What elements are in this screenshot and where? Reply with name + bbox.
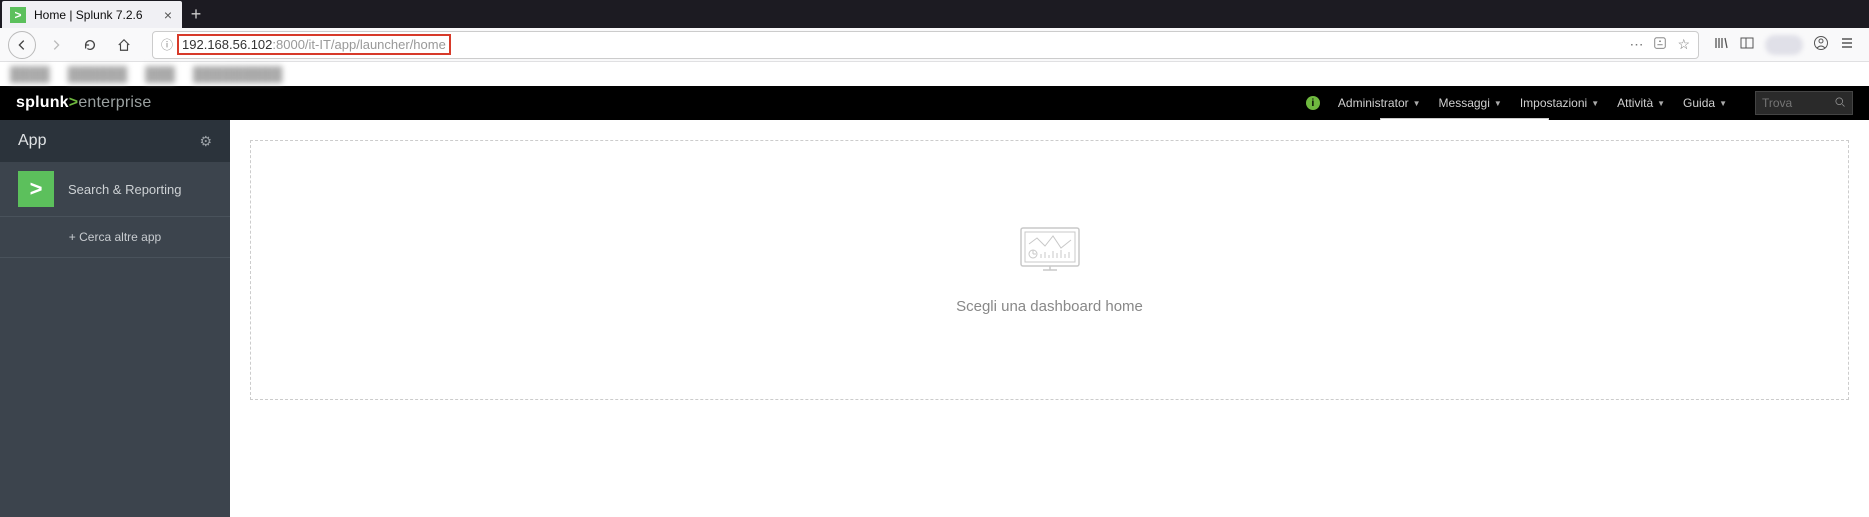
blurred-item: ██████ (68, 66, 128, 82)
chevron-down-icon: ▼ (1494, 99, 1502, 108)
page-actions-icon[interactable]: ⋯ (1629, 36, 1643, 53)
menu-administrator[interactable]: Administrator ▼ (1338, 96, 1421, 110)
dashboard-monitor-icon (1019, 226, 1081, 278)
bookmarks-bar: ████ ██████ ███ █████████ (0, 62, 1869, 86)
menu-messages[interactable]: Messaggi ▼ (1439, 96, 1502, 110)
search-icon[interactable] (1834, 96, 1846, 111)
bookmark-star-icon[interactable]: ☆ (1677, 36, 1690, 53)
url-path: :8000/it-IT/app/launcher/home (272, 37, 445, 52)
splunk-logo[interactable]: splunk>enterprise (16, 94, 151, 112)
sidebar-header: App ⚙ (0, 120, 230, 162)
menu-label: Impostazioni (1520, 96, 1587, 110)
sidebar-title: App (18, 132, 46, 150)
close-tab-icon[interactable]: × (164, 7, 172, 23)
url-host: 192.168.56.102 (182, 37, 272, 52)
account-icon[interactable] (1813, 35, 1829, 55)
app-sidebar: App ⚙ > Search & Reporting + Cerca altre… (0, 120, 230, 517)
site-info-icon[interactable]: ⓘ (161, 36, 173, 53)
global-search-box[interactable] (1755, 91, 1853, 115)
info-badge-icon[interactable]: i (1306, 96, 1320, 110)
dashboard-placeholder[interactable]: Scegli una dashboard home (250, 140, 1849, 400)
main-content: Scegli una dashboard home (230, 120, 1869, 517)
browser-toolbar: ⓘ 192.168.56.102:8000/it-IT/app/launcher… (0, 28, 1869, 62)
menu-label: Guida (1683, 96, 1715, 110)
menu-help[interactable]: Guida ▼ (1683, 96, 1727, 110)
forward-button[interactable] (42, 31, 70, 59)
chevron-down-icon: ▼ (1719, 99, 1727, 108)
chevron-down-icon: ▼ (1657, 99, 1665, 108)
reload-button[interactable] (76, 31, 104, 59)
logo-brand: splunk (16, 94, 69, 111)
logo-edition: enterprise (78, 94, 151, 111)
blurred-item: ███ (145, 66, 175, 82)
reader-mode-icon[interactable] (1653, 36, 1667, 53)
library-icon[interactable] (1713, 35, 1729, 55)
chevron-down-icon: ▼ (1413, 99, 1421, 108)
tab-favicon-icon: > (10, 7, 26, 23)
menu-label: Administrator (1338, 96, 1409, 110)
chevron-down-icon: ▼ (1591, 99, 1599, 108)
tab-title: Home | Splunk 7.2.6 (34, 8, 156, 22)
profile-indicator[interactable] (1765, 35, 1803, 55)
global-search-input[interactable] (1762, 96, 1830, 110)
dashboard-placeholder-text: Scegli una dashboard home (956, 298, 1143, 315)
browser-tab-strip: > Home | Splunk 7.2.6 × + (0, 0, 1869, 28)
home-button[interactable] (110, 31, 138, 59)
find-more-apps-button[interactable]: + Cerca altre app (0, 216, 230, 258)
more-apps-label: + Cerca altre app (69, 230, 161, 244)
menu-label: Attività (1617, 96, 1653, 110)
app-header: splunk>enterprise i Administrator ▼ Messa… (0, 86, 1869, 120)
sidebar-item-search-reporting[interactable]: > Search & Reporting (0, 162, 230, 216)
logo-greater-icon: > (69, 94, 79, 111)
gear-icon[interactable]: ⚙ (199, 133, 212, 150)
menu-settings[interactable]: Impostazioni ▼ (1520, 96, 1599, 110)
sidebar-toggle-icon[interactable] (1739, 35, 1755, 55)
menu-activity[interactable]: Attività ▼ (1617, 96, 1665, 110)
menu-label: Messaggi (1439, 96, 1490, 110)
blurred-item: █████████ (193, 66, 282, 82)
blurred-item: ████ (10, 66, 50, 82)
back-button[interactable] (8, 31, 36, 59)
app-greater-icon: > (18, 171, 54, 207)
menu-hamburger-icon[interactable] (1839, 35, 1855, 55)
browser-tab-active[interactable]: > Home | Splunk 7.2.6 × (2, 1, 182, 28)
sidebar-item-label: Search & Reporting (68, 182, 181, 197)
url-highlight-box: 192.168.56.102:8000/it-IT/app/launcher/h… (177, 34, 451, 55)
new-tab-button[interactable]: + (182, 0, 210, 28)
url-bar[interactable]: ⓘ 192.168.56.102:8000/it-IT/app/launcher… (152, 31, 1699, 59)
